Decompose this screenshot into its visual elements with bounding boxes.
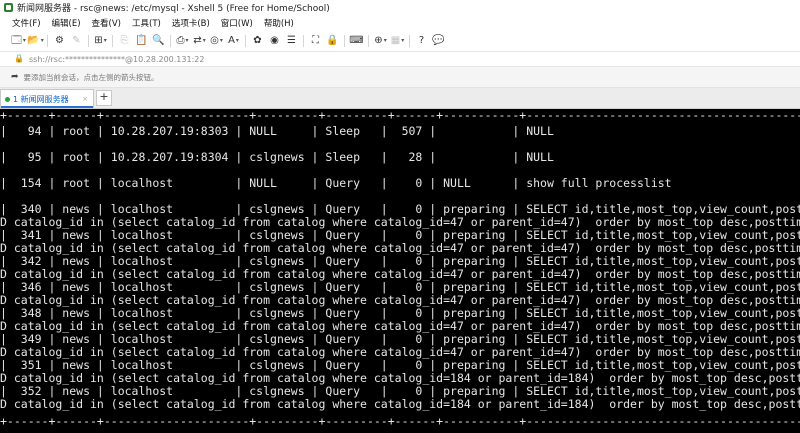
print-icon[interactable]: ⎙	[176, 35, 189, 48]
compose-icon[interactable]: ☰	[285, 35, 298, 48]
toolbar-separator	[88, 35, 89, 47]
menu-file[interactable]: 文件(F)	[0, 17, 46, 29]
menu-help[interactable]: 帮助(H)	[258, 17, 299, 29]
terminal-line: +------+------+---------------------+---…	[0, 109, 800, 122]
fullscreen-icon[interactable]: ⛶	[309, 35, 322, 48]
terminal-line: | 340 | news | localhost | cslgnews | Qu…	[0, 203, 800, 216]
open-folder-icon[interactable]: 📂	[27, 35, 42, 48]
lock-screen-icon[interactable]: 🔒	[326, 35, 339, 48]
address-text[interactable]: ssh://rsc:***************@10.28.200.131:…	[29, 55, 204, 64]
disconnect-icon[interactable]: ✎	[70, 35, 83, 48]
terminal-line: | 348 | news | localhost | cslgnews | Qu…	[0, 307, 800, 320]
add-tab-button[interactable]: +	[96, 90, 112, 106]
menu-tab[interactable]: 选项卡(B)	[166, 17, 215, 29]
font-icon[interactable]: A	[227, 35, 240, 48]
toolbar-separator	[303, 35, 304, 47]
menu-view[interactable]: 查看(V)	[86, 17, 126, 29]
terminal-line: | 94 | root | 10.28.207.19:8303 | NULL |…	[0, 125, 554, 138]
close-tab-icon[interactable]: ×	[82, 95, 88, 103]
toolbar-separator	[344, 35, 345, 47]
connected-status-icon	[5, 96, 10, 102]
terminal-line: D catalog_id in (select catalog_id from …	[0, 294, 800, 307]
menu-window[interactable]: 窗口(W)	[215, 17, 258, 29]
terminal-line: | 349 | news | localhost | cslgnews | Qu…	[0, 333, 800, 346]
toolbar-separator	[368, 35, 369, 47]
chat-icon[interactable]: 💬	[432, 35, 445, 48]
session-hint-text: 要添加当前会话，点击左侧的箭头按钮。	[23, 72, 159, 82]
find-icon[interactable]: 🔍	[152, 35, 165, 48]
terminal-line: +------+------+---------------------+---…	[0, 415, 800, 428]
arrow-session-icon[interactable]: ➦	[11, 72, 19, 82]
properties-icon[interactable]: ⊞	[94, 35, 107, 48]
menu-edit[interactable]: 编辑(E)	[46, 17, 86, 29]
terminal-line: D catalog_id in (select catalog_id from …	[0, 398, 800, 411]
transfer-icon[interactable]: ⇄	[193, 35, 206, 48]
terminal-line: D catalog_id in (select catalog_id from …	[0, 268, 800, 281]
new-tab-icon[interactable]: ⊕	[374, 35, 387, 48]
script-icon[interactable]: ✿	[251, 35, 264, 48]
toolbar-separator	[245, 35, 246, 47]
terminal-line: | 95 | root | 10.28.207.19:8304 | cslgne…	[0, 151, 554, 164]
copy-icon[interactable]: ⎘	[118, 35, 131, 48]
globe-icon[interactable]: ◎	[210, 35, 223, 48]
xftp-icon[interactable]: ◉	[268, 35, 281, 48]
terminal-line: D catalog_id in (select catalog_id from …	[0, 320, 800, 333]
terminal-line: D catalog_id in (select catalog_id from …	[0, 346, 800, 359]
tab-label: 1 新闻网服务器	[13, 94, 69, 104]
lock-icon: 🔒	[14, 54, 24, 63]
terminal-area[interactable]: +------+------+---------------------+---…	[0, 109, 800, 433]
layout-icon[interactable]: ▦	[391, 35, 404, 48]
tab-bar: 1 新闻网服务器 × +	[0, 88, 800, 109]
title-bar: 新闻网服务器 - rsc@news: /etc/mysql - Xshell 5…	[0, 0, 800, 15]
address-bar: 🔒 ssh://rsc:***************@10.28.200.13…	[0, 52, 800, 67]
keyboard-icon[interactable]: ⌨	[349, 35, 363, 48]
terminal-line: | 346 | news | localhost | cslgnews | Qu…	[0, 281, 800, 294]
toolbar-separator	[170, 35, 171, 47]
tab-session-1[interactable]: 1 新闻网服务器 ×	[0, 89, 94, 108]
new-session-icon[interactable]: 🗔	[11, 35, 25, 48]
toolbar: 🗔 📂 ⚙ ✎ ⊞ ⎘ 📋 🔍 ⎙ ⇄ ◎ A ✿ ◉ ☰ ⛶ 🔒 ⌨ ⊕ ▦ …	[0, 31, 800, 52]
window-title: 新闻网服务器 - rsc@news: /etc/mysql - Xshell 5…	[17, 4, 330, 14]
terminal-line: | 352 | news | localhost | cslgnews | Qu…	[0, 385, 800, 398]
toolbar-separator	[409, 35, 410, 47]
menu-tools[interactable]: 工具(T)	[126, 17, 166, 29]
help-icon[interactable]: ?	[415, 35, 428, 48]
reconnect-icon[interactable]: ⚙	[53, 35, 66, 48]
terminal-line: | 341 | news | localhost | cslgnews | Qu…	[0, 229, 800, 242]
session-hint-bar: ➦ 要添加当前会话，点击左侧的箭头按钮。	[0, 67, 800, 88]
terminal-line: D catalog_id in (select catalog_id from …	[0, 216, 800, 229]
paste-icon[interactable]: 📋	[135, 35, 148, 48]
terminal-line: D catalog_id in (select catalog_id from …	[0, 372, 800, 385]
toolbar-separator	[112, 35, 113, 47]
toolbar-separator	[47, 35, 48, 47]
terminal-line: | 154 | root | localhost | NULL | Query …	[0, 177, 672, 190]
xshell-app-icon	[4, 3, 13, 12]
terminal-line: | 351 | news | localhost | cslgnews | Qu…	[0, 359, 800, 372]
terminal-line: D catalog_id in (select catalog_id from …	[0, 242, 800, 255]
menu-bar: 文件(F) 编辑(E) 查看(V) 工具(T) 选项卡(B) 窗口(W) 帮助(…	[0, 15, 800, 30]
terminal-line: | 342 | news | localhost | cslgnews | Qu…	[0, 255, 800, 268]
